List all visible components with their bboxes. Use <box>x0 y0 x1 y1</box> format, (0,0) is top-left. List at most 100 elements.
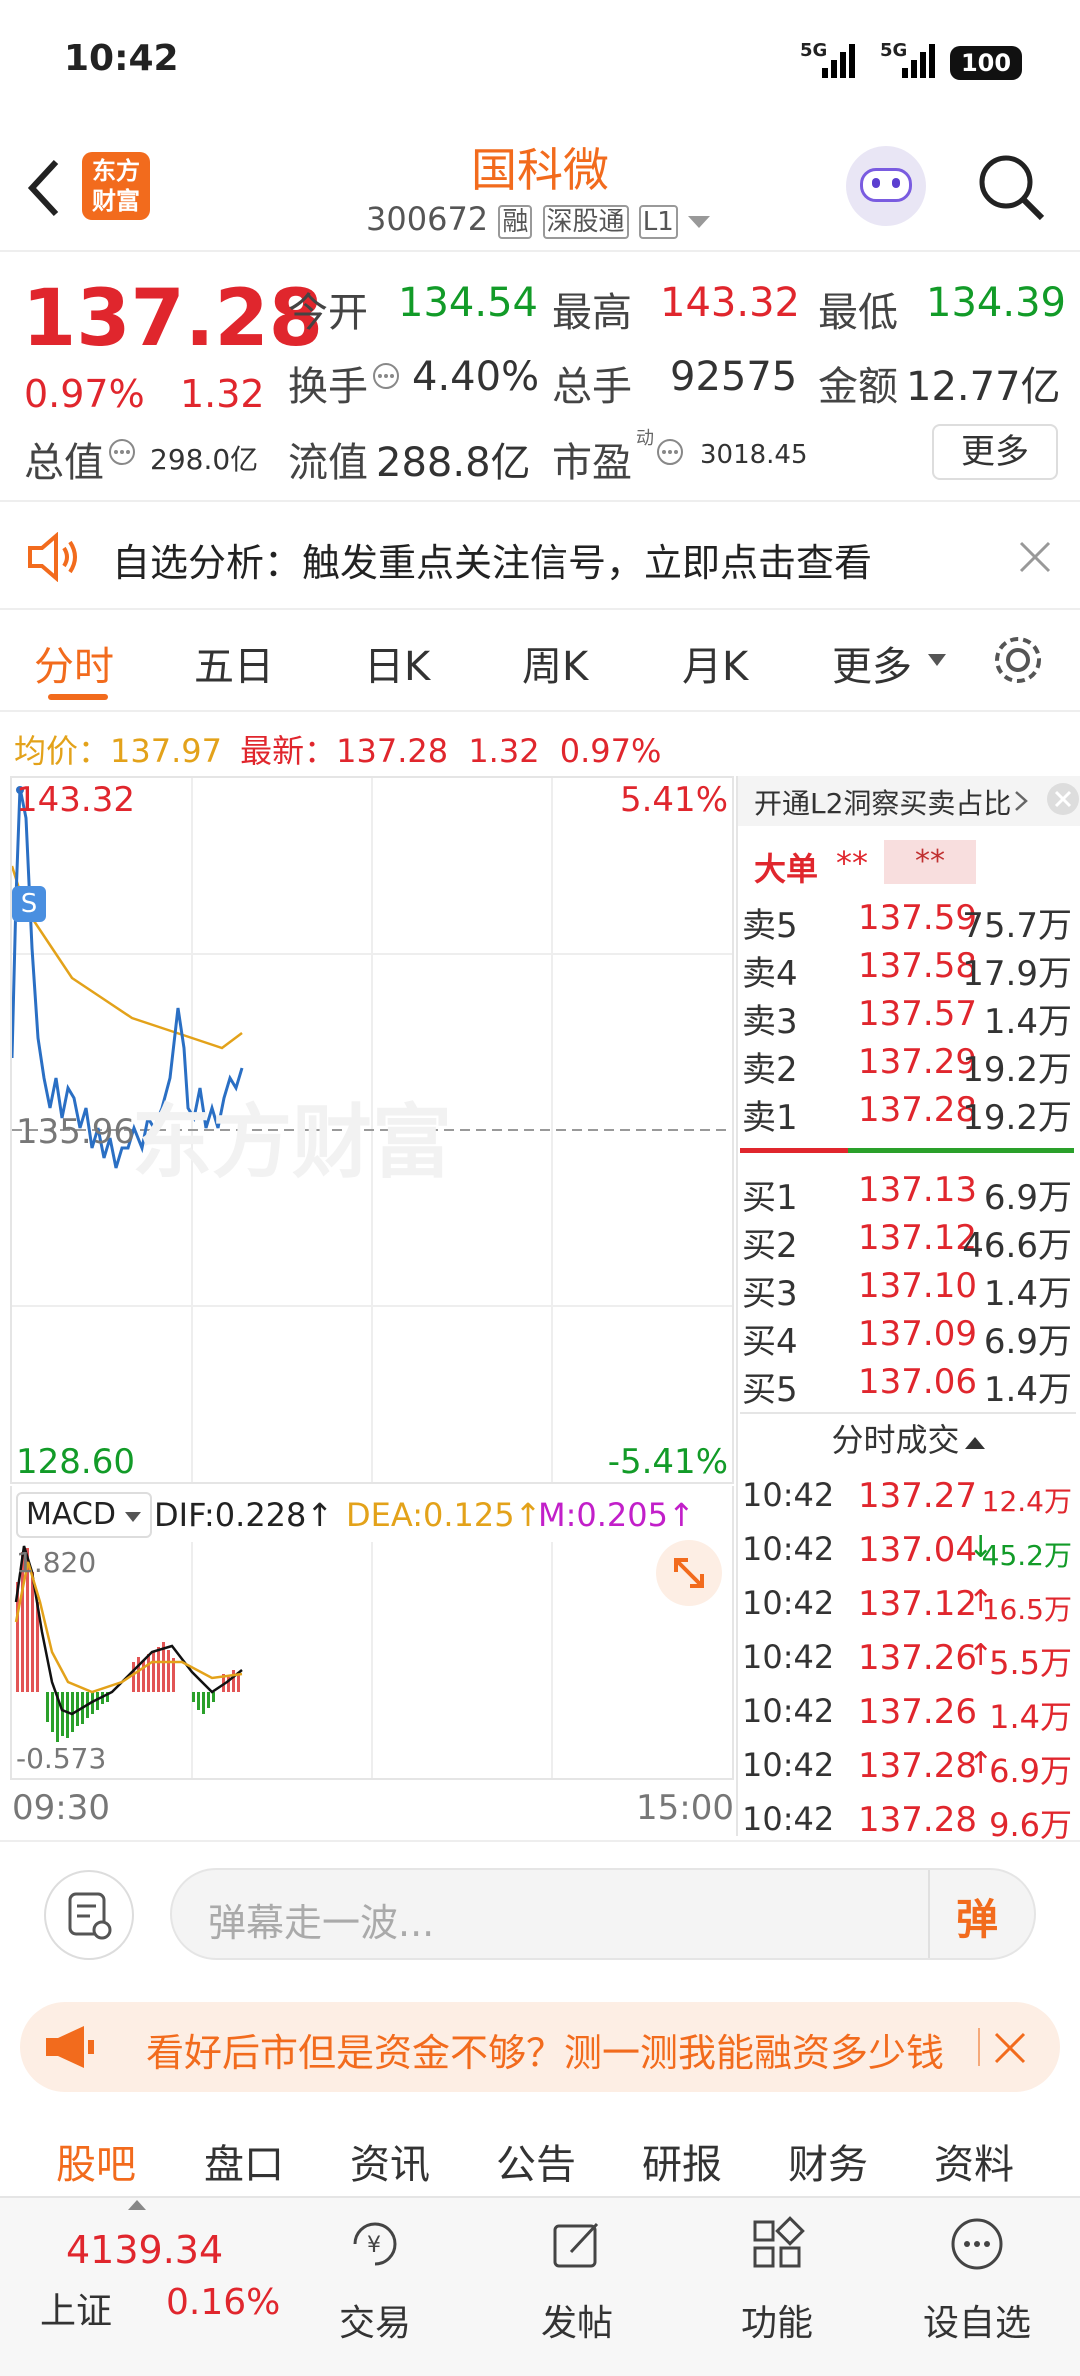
tab-week-k[interactable]: 周K <box>522 634 588 692</box>
promo-text: 看好后市但是资金不够？测一测我能融资多少钱 <box>146 2031 945 2072</box>
index-name: 上证 <box>40 2291 113 2332</box>
back-icon[interactable] <box>24 158 64 218</box>
pct-bottom-label: -5.41% <box>607 1442 728 1482</box>
time-start: 09:30 <box>12 1788 110 1828</box>
chart-info-line: 均价：137.97 最新：137.28 1.32 0.97% <box>14 732 662 770</box>
tag-margin: 融 <box>498 205 533 239</box>
nav-functions[interactable]: 功能 <box>712 2198 842 2376</box>
macd-dea: DEA:0.125↑ <box>346 1496 542 1534</box>
y-mid-label: 135.96 <box>16 1112 135 1152</box>
y-bottom-label: 128.60 <box>16 1442 135 1482</box>
close-icon[interactable] <box>1046 782 1080 816</box>
big-order-val2: ** <box>884 840 976 884</box>
ask-row-5[interactable]: 卖5 137.59 75.7万 <box>740 898 1076 946</box>
stock-header: 东方 财富 国科微 300672 融 深股通 L1 <box>0 130 1080 252</box>
megaphone-icon <box>46 2026 94 2068</box>
tab-day-k[interactable]: 日K <box>364 634 430 692</box>
danmu-button[interactable]: 弹 <box>956 1886 998 1947</box>
nav-post[interactable]: 发帖 <box>512 2198 642 2376</box>
avg-price: 137.97 <box>110 732 222 770</box>
macd-y-top: 1.820 <box>16 1546 97 1579</box>
macd-selector[interactable]: MACD <box>16 1492 152 1538</box>
big-order-val1: ** <box>836 844 868 882</box>
bid-row-3[interactable]: 买3 137.10 1.4万 <box>740 1266 1076 1314</box>
macd-dif: DIF:0.228↑ <box>154 1496 334 1534</box>
more-button[interactable]: 更多 <box>932 424 1058 480</box>
tab-market[interactable]: 盘口 <box>204 2132 284 2190</box>
signal-icon: 5G <box>800 40 860 80</box>
nav-add-watchlist[interactable]: 设自选 <box>912 2198 1042 2376</box>
chevron-up-icon <box>128 2200 146 2210</box>
pct-top-label: 5.41% <box>619 780 728 820</box>
index-value: 4139.34 <box>66 2228 224 2272</box>
tab-more[interactable]: 更多 <box>832 634 912 692</box>
macd-panel[interactable]: MACD DIF:0.228↑ DEA:0.125↑ M:0.205↑ 1.82… <box>10 1486 734 1780</box>
search-icon[interactable] <box>976 152 1048 224</box>
ask-row-4[interactable]: 卖4 137.58 17.9万 <box>740 946 1076 994</box>
book-ratio-bar-sell <box>740 1148 848 1153</box>
trade-row: 10:42 137.12 ↑ 16.5万 <box>742 1584 1072 1626</box>
index-ticker[interactable]: 4139.34 上证 0.16% <box>0 2198 300 2376</box>
info-icon[interactable] <box>108 438 136 466</box>
danmu-input[interactable]: 弹幕走一波... 弹 <box>170 1868 1036 1960</box>
bid-row-5[interactable]: 买5 137.06 1.4万 <box>740 1362 1076 1410</box>
tag-level: L1 <box>638 205 678 239</box>
stock-code: 300672 <box>366 200 489 238</box>
clock: 10:42 <box>64 38 179 79</box>
tab-forum[interactable]: 股吧 <box>56 2132 136 2190</box>
tab-indicator <box>48 694 108 700</box>
trade-row: 10:42 137.04 ↓ 45.2万 <box>742 1530 1072 1572</box>
svg-text:¥: ¥ <box>367 2233 381 2258</box>
trades-header[interactable]: 分时成交 <box>740 1412 1076 1468</box>
intraday-chart[interactable]: 东方财富 143.32 5.41% 135.96 128.60 -5.41% S <box>10 776 734 1484</box>
ask-row-1[interactable]: 卖1 137.28 19.2万 <box>740 1090 1076 1138</box>
trade-row: 10:42 137.28 ↑ 6.9万 <box>742 1746 1072 1790</box>
promo-banner[interactable]: 看好后市但是资金不够？测一测我能融资多少钱 <box>20 2002 1060 2092</box>
tab-five-day[interactable]: 五日 <box>194 634 274 692</box>
battery-icon: 100 <box>950 46 1022 80</box>
bid-row-2[interactable]: 买2 137.12 46.6万 <box>740 1218 1076 1266</box>
pe-label: 市盈 <box>552 440 632 486</box>
info-icon[interactable] <box>372 362 400 390</box>
open-value: 134.54 <box>398 280 538 326</box>
change-value: 1.32 <box>180 372 265 416</box>
tab-intraday[interactable]: 分时 <box>34 634 114 692</box>
alert-bar[interactable]: 自选分析：触发重点关注信号，立即点击查看 <box>0 504 1080 610</box>
tab-profile[interactable]: 资料 <box>934 2132 1014 2190</box>
gear-icon[interactable] <box>990 632 1046 688</box>
robot-assistant-icon[interactable] <box>846 146 926 226</box>
l2-promo[interactable]: 开通L2洞察买卖占比 <box>738 776 1080 826</box>
more-dots-icon <box>951 2218 1003 2270</box>
pe-sup: 动 <box>636 428 654 449</box>
divider <box>0 1840 1080 1842</box>
stock-code-row[interactable]: 300672 融 深股通 L1 <box>366 200 710 240</box>
pe-value: 3018.45 <box>700 440 808 470</box>
chevron-right-icon <box>1015 791 1028 811</box>
close-icon[interactable] <box>992 2030 1028 2066</box>
mktcap-value: 298.0亿 <box>150 443 259 476</box>
close-icon[interactable] <box>1018 540 1052 574</box>
info-icon[interactable] <box>656 438 684 466</box>
float-value: 288.8亿 <box>376 440 531 486</box>
nav-trade[interactable]: ¥ 交易 <box>310 2198 440 2376</box>
bid-row-1[interactable]: 买1 137.13 6.9万 <box>740 1170 1076 1218</box>
ask-row-3[interactable]: 卖3 137.57 1.4万 <box>740 994 1076 1042</box>
danmu-settings-icon[interactable] <box>44 1870 134 1960</box>
expand-icon[interactable] <box>656 1540 722 1606</box>
low-value: 134.39 <box>926 280 1066 326</box>
high-label: 最高 <box>552 290 632 336</box>
tab-news[interactable]: 资讯 <box>350 2132 430 2190</box>
latest-price: 137.28 <box>336 732 449 770</box>
tab-research[interactable]: 研报 <box>642 2132 722 2190</box>
turnover-label: 换手 <box>288 364 368 410</box>
amount-label: 金额 <box>818 364 898 410</box>
app-logo: 东方 财富 <box>82 152 150 220</box>
tab-month-k[interactable]: 月K <box>682 634 748 692</box>
signal-marker[interactable]: S <box>12 886 46 922</box>
tab-announcements[interactable]: 公告 <box>496 2132 576 2190</box>
alert-text: 自选分析：触发重点关注信号，立即点击查看 <box>112 541 873 585</box>
tab-finance[interactable]: 财务 <box>788 2132 868 2190</box>
ask-row-2[interactable]: 卖2 137.29 19.2万 <box>740 1042 1076 1090</box>
chevron-down-icon <box>687 216 710 228</box>
bid-row-4[interactable]: 买4 137.09 6.9万 <box>740 1314 1076 1362</box>
